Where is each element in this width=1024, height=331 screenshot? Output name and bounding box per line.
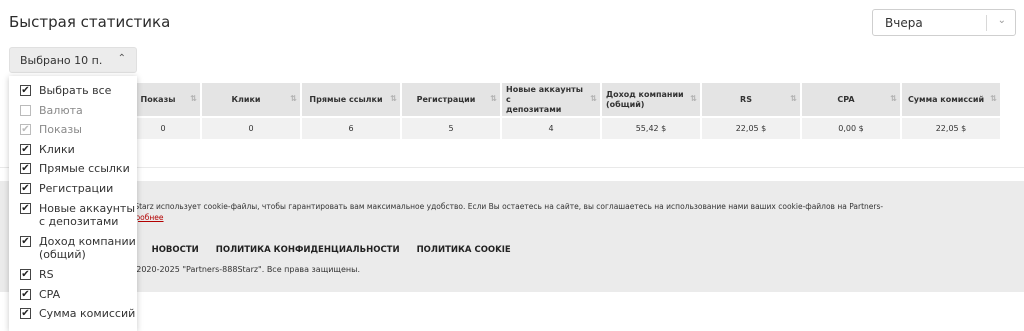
column-option-label: Регистрации: [39, 182, 114, 195]
sort-icon[interactable]: ⇅: [190, 94, 197, 104]
footer-link-news[interactable]: НОВОСТИ: [152, 245, 199, 255]
column-header[interactable]: Показы ⇅: [126, 83, 200, 116]
table-cell: 5: [402, 116, 500, 139]
columns-select-button[interactable]: Выбрано 10 п. ⌃: [9, 47, 137, 73]
table-cell: 4: [502, 116, 600, 139]
column-option-label: Клики: [39, 143, 75, 156]
table-cell: 0: [202, 116, 300, 139]
stats-table: Показы ⇅ Клики ⇅ Прямые ссылки ⇅ Регистрации ⇅ Н…: [124, 83, 1002, 139]
column-header[interactable]: RS ⇅: [702, 83, 800, 116]
column-option-label: Сумма комиссий: [39, 307, 136, 320]
footer-link-privacy[interactable]: ПОЛИТИКА КОНФИДЕНЦИАЛЬНОСТИ: [216, 245, 400, 255]
column-header[interactable]: Регистрации ⇅: [402, 83, 500, 116]
column-header[interactable]: Клики ⇅: [202, 83, 300, 116]
column-header-label: Прямые ссылки: [309, 94, 383, 104]
columns-select-label: Выбрано 10 п.: [20, 54, 103, 67]
column-header-label: Новые аккаунты с: [506, 84, 583, 104]
section-divider: [0, 167, 1024, 168]
option-label-line: с депозитами: [39, 215, 119, 228]
table-cell: 22,05 $: [702, 116, 800, 139]
select-divider: [986, 15, 987, 31]
page-title: Быстрая статистика: [9, 13, 171, 31]
sort-icon[interactable]: ⇅: [790, 94, 797, 104]
sort-icon[interactable]: ⇅: [290, 94, 297, 104]
period-select-value: Вчера: [885, 16, 923, 30]
column-header-label: Регистрации: [416, 94, 476, 104]
table-header-row: Показы ⇅ Клики ⇅ Прямые ссылки ⇅ Регистрации ⇅ Н…: [126, 83, 1000, 116]
column-header-label: CPA: [837, 94, 855, 104]
column-option-label: Показы: [39, 123, 82, 136]
column-option-label: Доход компании (общий): [39, 235, 136, 261]
column-option-label: RS: [39, 268, 54, 281]
sort-icon[interactable]: ⇅: [390, 94, 397, 104]
cookie-notice: 888Starz использует cookie-файлы, чтобы …: [120, 201, 920, 223]
sort-icon[interactable]: ⇅: [890, 94, 897, 104]
checkbox-checked-icon[interactable]: ✔: [20, 124, 31, 135]
column-header-label: Клики: [231, 94, 261, 104]
footer: 888Starz использует cookie-файлы, чтобы …: [0, 181, 1024, 292]
option-label-line: Доход компании: [39, 235, 136, 248]
sort-icon[interactable]: ⇅: [590, 94, 597, 104]
checkbox-checked-icon[interactable]: ✔: [20, 289, 31, 300]
chevron-down-icon[interactable]: ⌄: [998, 15, 1006, 26]
column-header[interactable]: CPA ⇅: [802, 83, 900, 116]
footer-links: ТЫ НОВОСТИ ПОЛИТИКА КОНФИДЕНЦИАЛЬНОСТИ П…: [120, 245, 525, 255]
column-header[interactable]: Новые аккаунты с депозитами ⇅: [502, 83, 600, 116]
column-option-label: Выбрать все: [39, 84, 112, 97]
column-header-label: RS: [740, 94, 752, 104]
checkbox-checked-icon[interactable]: ✔: [20, 183, 31, 194]
checkbox-checked-icon[interactable]: ✔: [20, 236, 31, 247]
period-select[interactable]: Вчера ⌄: [872, 9, 1016, 36]
column-option-label: Прямые ссылки: [39, 162, 130, 175]
column-header-label: Доход компании: [606, 89, 684, 99]
checkbox-checked-icon[interactable]: ✔: [20, 269, 31, 280]
table-cell: 0,00 $: [802, 116, 900, 139]
option-label-line: Новые аккаунты: [39, 202, 135, 215]
chevron-up-icon: ⌃: [117, 53, 126, 64]
cookie-text: 888Starz использует cookie-файлы, чтобы …: [120, 202, 884, 211]
column-option-label: Новые аккаунты с депозитами: [39, 202, 135, 228]
sort-icon[interactable]: ⇅: [990, 94, 997, 104]
sort-icon[interactable]: ⇅: [690, 94, 697, 104]
sort-icon[interactable]: ⇅: [490, 94, 497, 104]
table-row: 0 0 6 5 4 55,42 $22,05 $0,00 $22,05 $: [126, 116, 1000, 139]
column-option-label: Валюта: [39, 104, 83, 117]
table-cell: 55,42 $: [602, 116, 700, 139]
column-header-label: депозитами: [506, 104, 562, 114]
checkbox-checked-icon[interactable]: ✔: [20, 163, 31, 174]
column-header-label: (общий): [606, 99, 645, 109]
column-header-label: Показы: [140, 94, 176, 104]
column-header[interactable]: Доход компании (общий) ⇅: [602, 83, 700, 116]
checkbox-checked-icon[interactable]: ✔: [20, 144, 31, 155]
checkbox-checked-icon[interactable]: ✔: [20, 203, 31, 214]
table-cell: 0: [126, 116, 200, 139]
table-cell: 6: [302, 116, 400, 139]
checkbox-checked-icon[interactable]: ✔: [20, 308, 31, 319]
checkbox-checked-icon[interactable]: ✔: [20, 85, 31, 96]
column-header[interactable]: Прямые ссылки ⇅: [302, 83, 400, 116]
checkbox-icon[interactable]: [20, 105, 31, 116]
table-cell: 22,05 $: [902, 116, 1000, 139]
copyright: t © 2020-2025 "Partners-888Starz". Все п…: [120, 265, 360, 274]
columns-dropdown-menu: ✔ Выбрать все Валюта ✔ Показы ✔ Клики ✔ Прямые с…: [9, 76, 137, 331]
column-header[interactable]: Сумма комиссий ⇅: [902, 83, 1000, 116]
column-option-label: CPA: [39, 288, 61, 301]
option-label-line: (общий): [39, 248, 86, 261]
footer-link-cookie[interactable]: ПОЛИТИКА COOKIE: [417, 245, 511, 255]
table-body: 0 0 6 5 4 55,42 $22,05 $0,00 $22,05 $: [126, 116, 1000, 139]
column-header-label: Сумма комиссий: [907, 94, 985, 104]
